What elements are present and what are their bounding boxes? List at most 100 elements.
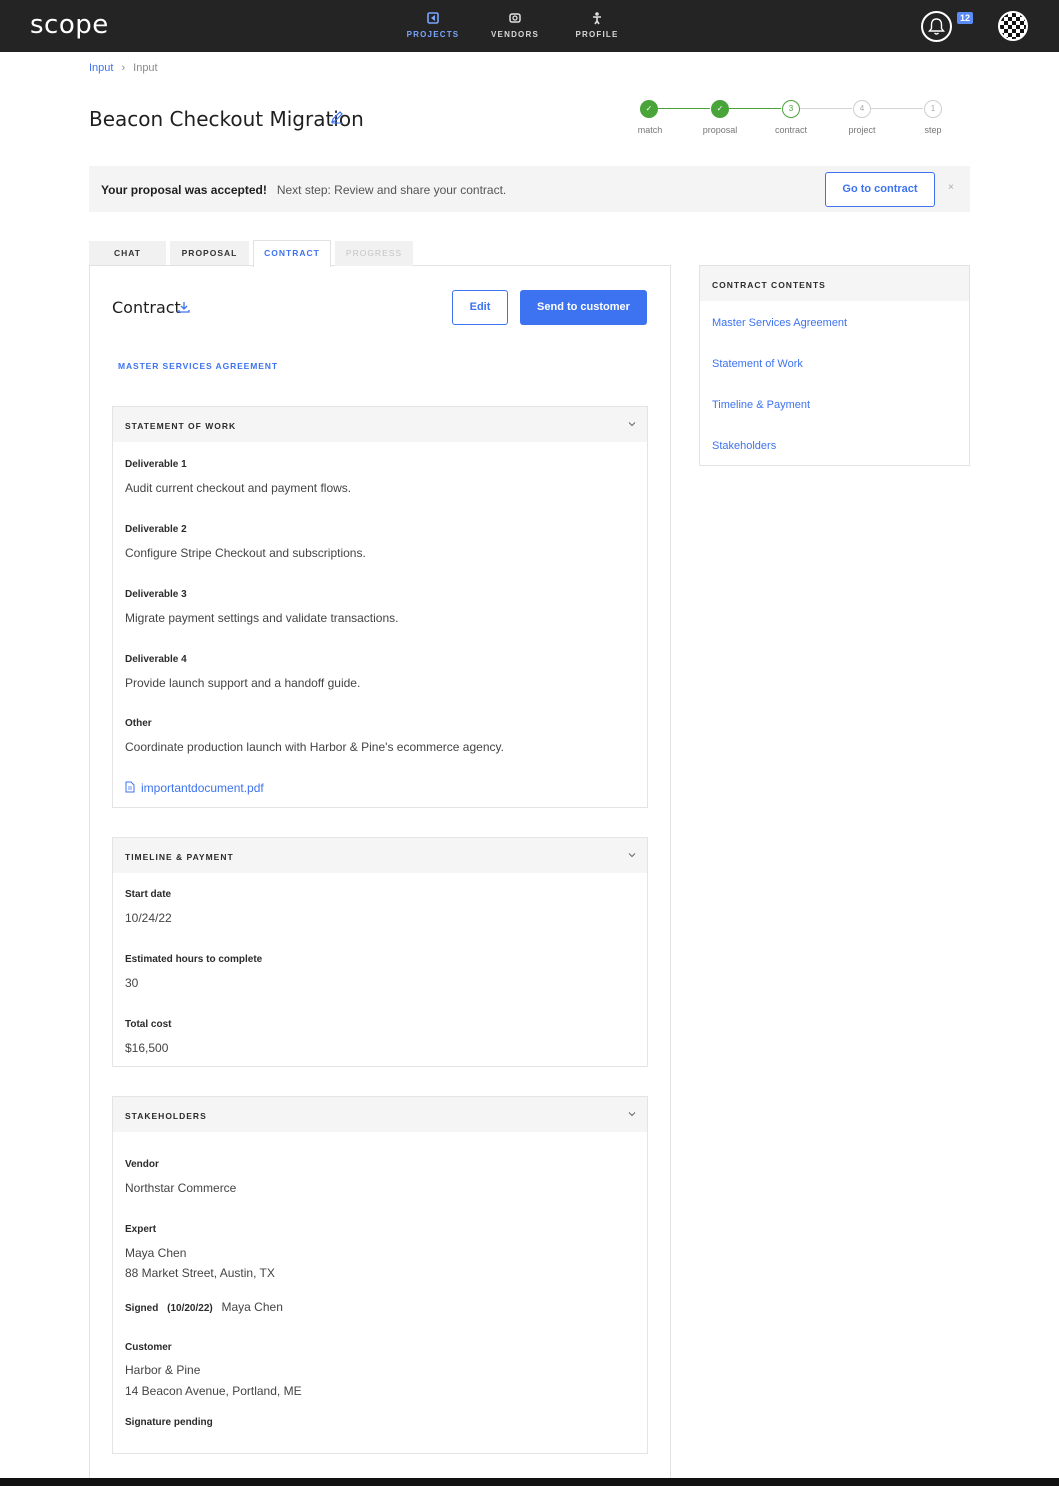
total-cost-value: $16,500	[125, 1041, 169, 1055]
panel-header: CONTRACT CONTENTS	[700, 266, 969, 301]
master-services-agreement-link[interactable]: MASTER SERVICES AGREEMENT	[118, 361, 278, 371]
breadcrumb-link[interactable]: Input	[89, 62, 113, 74]
chevron-right-icon: ›	[121, 62, 126, 74]
signed-name: Maya Chen	[221, 1300, 283, 1314]
deliverable-value: Audit current checkout and payment flows…	[125, 481, 352, 495]
section-heading: STAKEHOLDERS	[125, 1111, 207, 1121]
banner-message: Your proposal was accepted! Next step: Re…	[101, 183, 506, 197]
section-header[interactable]: STATEMENT OF WORK	[113, 407, 647, 442]
user-avatar[interactable]	[998, 11, 1028, 41]
nav-profile[interactable]: PROFILE	[557, 10, 637, 44]
expert-address: 88 Market Street, Austin, TX	[125, 1266, 275, 1280]
document-icon	[125, 781, 135, 793]
projects-icon	[427, 12, 439, 24]
section-header[interactable]: STAKEHOLDERS	[113, 1097, 647, 1132]
nav-projects-label: PROJECTS	[406, 30, 460, 39]
estimated-hours-value: 30	[125, 976, 139, 990]
proposal-accepted-banner: Your proposal was accepted! Next step: Re…	[89, 166, 970, 212]
panel-heading: CONTRACT CONTENTS	[712, 280, 826, 290]
customer-name: Harbor & Pine	[125, 1363, 201, 1377]
attachment-filename: importantdocument.pdf	[141, 781, 264, 795]
step-proposal-label: proposal	[702, 125, 738, 135]
tab-chat[interactable]: CHAT	[89, 241, 166, 266]
notification-count-badge: 12	[957, 12, 974, 24]
download-icon[interactable]	[177, 300, 191, 314]
stakeholders-section: STAKEHOLDERS Vendor Northstar Commerce E…	[112, 1096, 648, 1454]
section-heading: STATEMENT OF WORK	[125, 421, 237, 431]
breadcrumb: Input › Input	[89, 62, 158, 74]
stepper-connector	[800, 108, 852, 109]
expert-name: Maya Chen	[125, 1246, 187, 1260]
step-proposal-dot: ✓	[711, 100, 729, 118]
section-heading: TIMELINE & PAYMENT	[125, 852, 234, 862]
stepper-connector	[658, 108, 710, 109]
tab-proposal[interactable]: PROPOSAL	[170, 241, 249, 266]
progress-stepper: ✓ match ✓ proposal 3 contract 4 project …	[620, 98, 960, 140]
signed-row: Signed (10/20/22) Maya Chen	[125, 1300, 283, 1314]
chevron-down-icon[interactable]	[627, 850, 637, 860]
nav-vendors-label: VENDORS	[491, 30, 539, 39]
deliverable-label: Deliverable 3	[125, 589, 187, 600]
signed-label: Signed	[125, 1303, 159, 1314]
page-title: Beacon Checkout Migration	[89, 107, 364, 131]
nav-projects[interactable]: PROJECTS	[393, 10, 473, 44]
contract-title: Contract	[112, 298, 181, 317]
deliverable-label: Deliverable 4	[125, 654, 187, 665]
deliverable-value: Provide launch support and a handoff gui…	[125, 676, 361, 690]
tab-contract[interactable]: CONTRACT	[253, 240, 331, 267]
nav-vendors[interactable]: VENDORS	[475, 10, 555, 44]
deliverable-value: Migrate payment settings and validate tr…	[125, 611, 399, 625]
contents-link-stakeholders[interactable]: Stakeholders	[712, 440, 776, 452]
estimated-hours-label: Estimated hours to complete	[125, 954, 263, 965]
start-date-value: 10/24/22	[125, 911, 172, 925]
edit-button[interactable]: Edit	[452, 290, 508, 325]
signature-pending-label: Signature pending	[125, 1417, 213, 1428]
step-contract-dot: 3	[782, 100, 800, 118]
other-label: Other	[125, 718, 152, 729]
stepper-connector	[729, 108, 781, 109]
step-match-label: match	[637, 125, 663, 135]
vendors-icon	[509, 13, 521, 23]
deliverable-value: Configure Stripe Checkout and subscripti…	[125, 546, 366, 560]
banner-bold-text: Your proposal was accepted!	[101, 183, 267, 197]
stepper-connector	[871, 108, 923, 109]
vendor-label: Vendor	[125, 1159, 159, 1170]
breadcrumb-current: Input	[133, 62, 158, 74]
statement-of-work-section: STATEMENT OF WORK Deliverable 1 Audit cu…	[112, 406, 648, 808]
step-contract-label: contract	[774, 125, 807, 135]
vendor-value: Northstar Commerce	[125, 1181, 237, 1195]
deliverable-label: Deliverable 2	[125, 524, 187, 535]
step-final-label: step	[924, 125, 942, 135]
nav-profile-label: PROFILE	[575, 30, 619, 39]
tab-progress: PROGRESS	[335, 241, 413, 266]
top-nav-bar: scope PROJECTS VENDORS PROFILE 12	[0, 0, 1059, 52]
attachment-link[interactable]: importantdocument.pdf	[125, 781, 264, 795]
step-project-dot: 4	[853, 100, 871, 118]
step-match-dot: ✓	[640, 100, 658, 118]
customer-label: Customer	[125, 1342, 172, 1353]
total-cost-label: Total cost	[125, 1019, 172, 1030]
contents-link-msa[interactable]: Master Services Agreement	[712, 317, 847, 329]
step-project-label: project	[848, 125, 876, 135]
edit-pencil-icon[interactable]	[330, 110, 344, 124]
chevron-down-icon[interactable]	[627, 419, 637, 429]
chevron-down-icon[interactable]	[627, 1109, 637, 1119]
customer-address: 14 Beacon Avenue, Portland, ME	[125, 1384, 302, 1398]
bottom-edge	[0, 1478, 1059, 1486]
start-date-label: Start date	[125, 889, 172, 900]
go-to-contract-button[interactable]: Go to contract	[825, 172, 935, 207]
signed-date: (10/20/22)	[167, 1303, 213, 1314]
contract-contents-panel: CONTRACT CONTENTS Master Services Agreem…	[699, 265, 970, 466]
close-icon[interactable]: ×	[948, 182, 954, 193]
send-to-customer-button[interactable]: Send to customer	[520, 290, 647, 325]
contents-link-timeline[interactable]: Timeline & Payment	[712, 399, 810, 411]
profile-icon	[593, 12, 601, 25]
step-final-dot: 1	[924, 100, 942, 118]
section-header[interactable]: TIMELINE & PAYMENT	[113, 838, 647, 873]
contents-link-sow[interactable]: Statement of Work	[712, 358, 803, 370]
deliverable-label: Deliverable 1	[125, 459, 187, 470]
notifications-button[interactable]	[921, 11, 952, 42]
scope-logo[interactable]: scope	[30, 10, 109, 40]
banner-text: Next step: Review and share your contrac…	[276, 183, 507, 197]
other-value: Coordinate production launch with Harbor…	[125, 740, 504, 754]
